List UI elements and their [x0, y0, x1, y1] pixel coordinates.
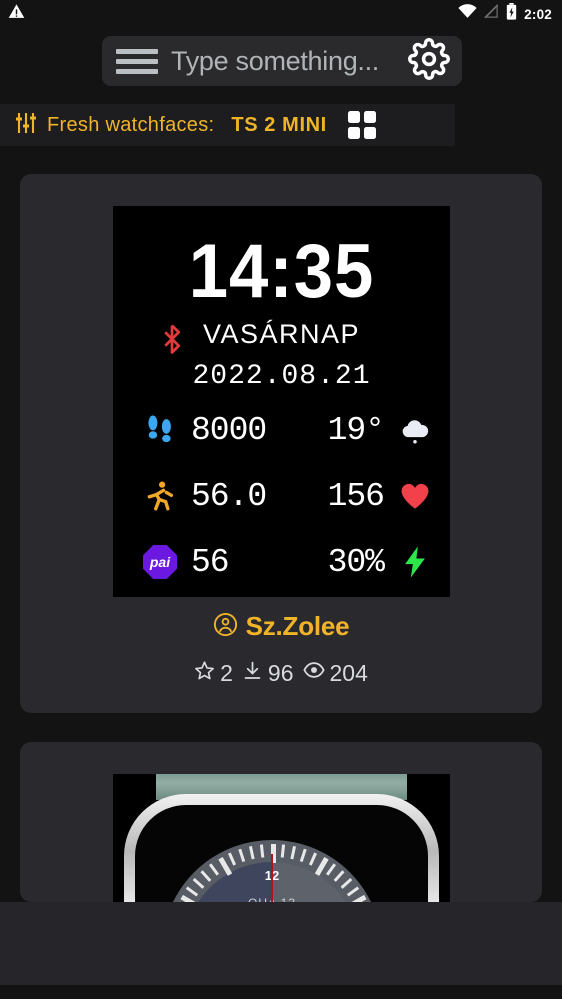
- metric-temperature-value: 19°: [327, 411, 385, 449]
- metric-steps: 8000: [141, 404, 288, 456]
- metric-distance-value: 56.0: [191, 477, 267, 515]
- wifi-icon: [458, 4, 477, 24]
- heart-icon: [396, 477, 434, 515]
- metric-temperature: 19°: [288, 404, 435, 456]
- running-person-icon: [141, 477, 179, 515]
- stat-rating: 2: [194, 660, 233, 687]
- stat-views: 204: [302, 659, 368, 687]
- watchface-photo-preview[interactable]: 12 QUA 13: [113, 774, 450, 902]
- status-bar: 2:02: [0, 0, 562, 28]
- search-bar[interactable]: Type something...: [102, 36, 462, 86]
- status-bar-left: [8, 3, 25, 25]
- footsteps-icon: [141, 411, 179, 449]
- status-bar-clock: 2:02: [524, 6, 552, 22]
- stat-rating-value: 2: [220, 659, 233, 686]
- filter-selected-device[interactable]: TS 2 MINI: [231, 114, 326, 137]
- user-circle-icon: [213, 612, 238, 642]
- watchface-card[interactable]: 14:35 VASÁRNAP 2022.08.21 8000 19° 56.0 …: [20, 174, 542, 713]
- stat-downloads-value: 96: [267, 659, 294, 686]
- stat-downloads: 96: [242, 660, 294, 687]
- author-row[interactable]: Sz.Zolee: [20, 611, 542, 642]
- stat-views-value: 204: [329, 659, 368, 686]
- lightning-bolt-icon: [396, 543, 434, 581]
- metric-pai-value: 56: [191, 543, 230, 581]
- watchface-card[interactable]: 12 QUA 13: [20, 742, 542, 902]
- metric-battery: 30%: [288, 536, 435, 588]
- pai-badge-icon: pai: [141, 543, 179, 581]
- watchface-weekday: VASÁRNAP: [202, 319, 361, 349]
- watchface-time: 14:35: [188, 229, 375, 314]
- filter-label: Fresh watchfaces:: [47, 113, 215, 136]
- download-icon: [242, 660, 263, 687]
- hamburger-menu-icon[interactable]: [116, 48, 158, 74]
- grid-view-icon[interactable]: [347, 111, 376, 139]
- sliders-filter-icon[interactable]: [14, 111, 38, 140]
- app-screen: 2:02 Type something... Fresh watchfaces:…: [0, 0, 562, 999]
- cloud-snow-icon: [396, 411, 434, 449]
- metric-steps-value: 8000: [191, 411, 267, 449]
- pai-badge-text: pai: [143, 545, 177, 579]
- metric-battery-value: 30%: [327, 543, 385, 581]
- bottom-panel: [0, 902, 562, 985]
- metric-pai: pai 56: [141, 536, 288, 588]
- warning-triangle-icon: [8, 3, 25, 25]
- eye-icon: [302, 659, 325, 687]
- battery-charging-icon: [506, 3, 517, 25]
- star-icon: [194, 660, 215, 687]
- second-hand: [271, 854, 273, 902]
- filter-bar[interactable]: Fresh watchfaces: TS 2 MINI: [0, 104, 455, 146]
- metric-heart-rate: 156: [288, 470, 435, 522]
- status-bar-right: 2:02: [458, 3, 552, 25]
- watchface-date: 2022.08.21: [192, 361, 371, 392]
- search-input[interactable]: Type something...: [171, 46, 395, 77]
- gear-icon[interactable]: [408, 37, 450, 85]
- metric-heart-rate-value: 156: [327, 477, 385, 515]
- author-name[interactable]: Sz.Zolee: [246, 611, 350, 642]
- metric-distance: 56.0: [141, 470, 288, 522]
- signal-off-icon: [483, 3, 499, 24]
- bottom-navigation-bar: [0, 985, 562, 999]
- watchface-preview[interactable]: 14:35 VASÁRNAP 2022.08.21 8000 19° 56.0 …: [113, 206, 450, 597]
- watchface-metrics: 8000 19° 56.0 156 pai 56 30%: [141, 404, 434, 588]
- stats-row: 2 96 204: [20, 659, 542, 687]
